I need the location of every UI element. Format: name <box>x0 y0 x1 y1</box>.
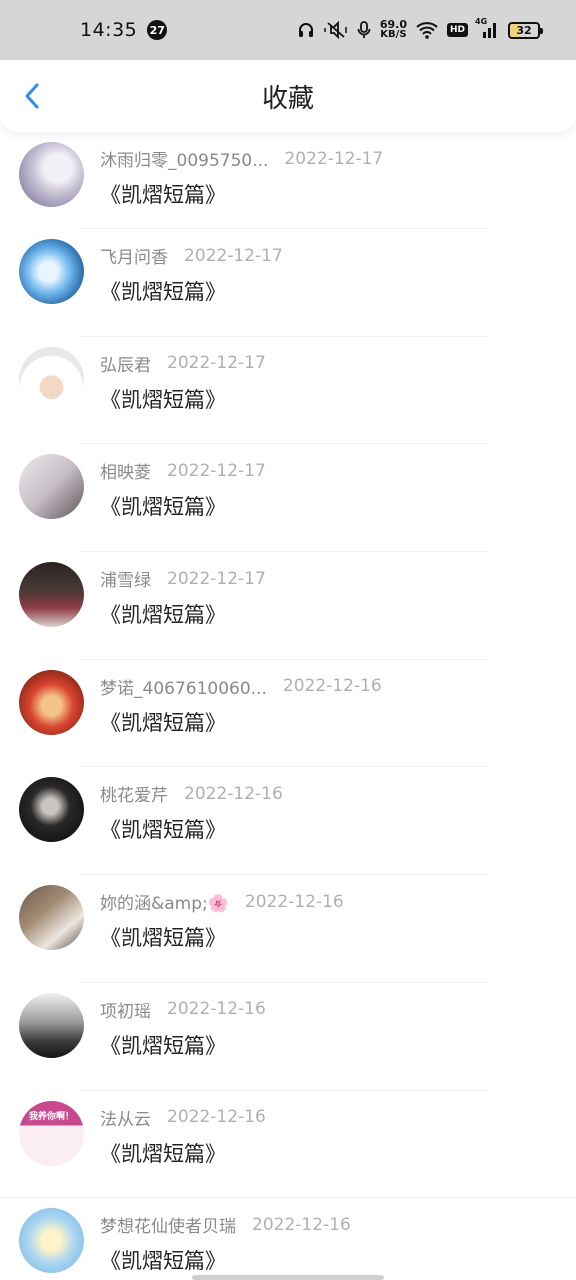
hd-label: HD <box>446 23 468 37</box>
favorite-date: 2022-12-16 <box>167 1107 266 1127</box>
avatar[interactable] <box>19 777 84 843</box>
avatar[interactable] <box>19 346 84 412</box>
favorites-list[interactable]: 沐雨归零_0095750... 2022-12-17 《凯熠短篇》 飞月问香 202… <box>0 132 576 1280</box>
book-title[interactable]: 《凯熠短篇》 <box>100 922 344 952</box>
avatar[interactable] <box>19 142 84 207</box>
book-title[interactable]: 《凯熠短篇》 <box>100 707 382 737</box>
favorite-date: 2022-12-16 <box>167 999 266 1020</box>
book-title[interactable]: 《凯熠短篇》 <box>100 179 383 209</box>
author-name[interactable]: 法从云 <box>100 1105 151 1130</box>
top-bar: 收藏 <box>0 60 576 132</box>
avatar[interactable] <box>19 454 84 520</box>
cell-signal-icon: 4G <box>475 17 499 39</box>
list-item[interactable]: 飞月问香 2022-12-17 《凯熠短篇》 <box>0 229 576 337</box>
list-item[interactable]: 沐雨归零_0095750... 2022-12-17 《凯熠短篇》 <box>0 132 576 229</box>
favorite-date: 2022-12-16 <box>282 676 382 697</box>
favorite-date: 2022-12-17 <box>167 568 266 589</box>
avatar[interactable] <box>19 885 84 951</box>
author-name[interactable]: 相映菱 <box>100 458 151 483</box>
mute-icon <box>324 21 348 39</box>
favorite-date: 2022-12-16 <box>184 783 283 804</box>
gesture-bar[interactable] <box>192 1275 384 1280</box>
list-item[interactable]: 相映菱 2022-12-17 《凯熠短篇》 <box>0 444 576 553</box>
battery-icon: 32 <box>508 21 543 39</box>
book-title[interactable]: 《凯熠短篇》 <box>100 1030 266 1060</box>
author-name[interactable]: 弘辰君 <box>100 351 151 376</box>
author-name[interactable]: 飞月问香 <box>100 243 168 268</box>
author-name[interactable]: 桃花爱芹 <box>100 781 168 806</box>
chevron-left-icon <box>25 83 39 109</box>
author-name[interactable]: 梦想花仙使者贝瑞 <box>100 1212 236 1237</box>
author-name[interactable]: 妳的涵&amp;🌸 <box>100 889 229 914</box>
back-button[interactable] <box>18 82 46 110</box>
avatar-caption: 我养你啊！ <box>28 1111 74 1122</box>
status-bar: 14:35 27 69.0 KB/S HD 4G 32 <box>0 0 576 60</box>
headphones-icon <box>297 21 315 39</box>
author-name[interactable]: 梦诺_4067610060... <box>100 674 267 699</box>
microphone-icon <box>357 21 371 39</box>
list-item[interactable]: 弘辰君 2022-12-17 《凯熠短篇》 <box>0 337 576 445</box>
list-item[interactable]: 项初瑶 2022-12-16 《凯熠短篇》 <box>0 983 576 1091</box>
book-title[interactable]: 《凯熠短篇》 <box>100 599 266 629</box>
favorite-date: 2022-12-16 <box>252 1214 351 1235</box>
list-item[interactable]: 浦雪绿 2022-12-17 《凯熠短篇》 <box>0 552 576 660</box>
network-speed: 69.0 KB/S <box>380 19 407 40</box>
author-name[interactable]: 项初瑶 <box>100 997 151 1022</box>
favorite-date: 2022-12-17 <box>284 148 384 169</box>
status-time: 14:35 <box>80 19 138 41</box>
list-item[interactable]: 梦诺_4067610060... 2022-12-16 《凯熠短篇》 <box>0 660 576 768</box>
list-item[interactable]: 妳的涵&amp;🌸 2022-12-16 《凯熠短篇》 <box>0 875 576 983</box>
list-item[interactable]: 我养你啊！ 法从云 2022-12-16 《凯熠短篇》 <box>0 1091 576 1199</box>
list-item[interactable]: 梦想花仙使者贝瑞 2022-12-16 《凯熠短篇》 <box>0 1198 576 1280</box>
book-title[interactable]: 《凯熠短篇》 <box>100 491 266 521</box>
wifi-icon <box>416 21 438 39</box>
list-item[interactable]: 桃花爱芹 2022-12-16 《凯熠短篇》 <box>0 767 576 876</box>
avatar[interactable] <box>19 562 84 628</box>
book-title[interactable]: 《凯熠短篇》 <box>100 1138 266 1168</box>
favorite-date: 2022-12-17 <box>167 353 266 374</box>
page-title: 收藏 <box>261 83 314 114</box>
favorite-date: 2022-12-17 <box>184 245 283 266</box>
avatar[interactable] <box>19 992 84 1058</box>
author-name[interactable]: 浦雪绿 <box>100 566 151 591</box>
notification-badge: 27 <box>147 20 168 40</box>
book-title[interactable]: 《凯熠短篇》 <box>100 276 283 306</box>
book-title[interactable]: 《凯熠短篇》 <box>100 384 266 414</box>
author-name[interactable]: 沐雨归零_0095750... <box>100 146 268 171</box>
network-speed-unit: KB/S <box>380 29 407 40</box>
avatar[interactable] <box>19 669 84 735</box>
favorite-date: 2022-12-17 <box>167 460 266 481</box>
favorite-date: 2022-12-16 <box>244 891 344 912</box>
book-title[interactable]: 《凯熠短篇》 <box>100 814 283 844</box>
avatar[interactable]: 我养你啊！ <box>19 1100 84 1166</box>
avatar[interactable] <box>19 1208 84 1274</box>
book-title[interactable]: 《凯熠短篇》 <box>100 1245 351 1275</box>
avatar[interactable] <box>19 239 84 304</box>
status-icons: 69.0 KB/S HD 4G 32 <box>297 17 543 40</box>
signal-label: 4G <box>475 17 488 26</box>
